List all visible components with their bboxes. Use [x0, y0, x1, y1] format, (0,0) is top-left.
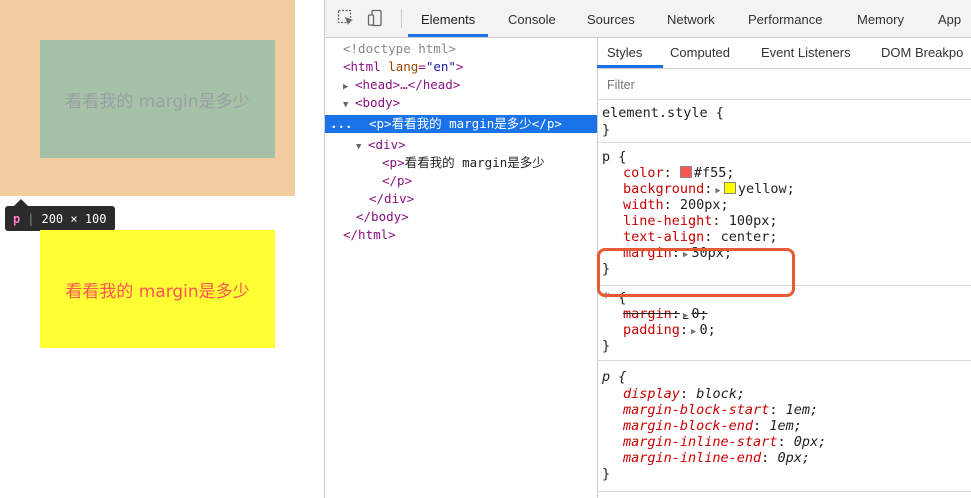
- annotation-highlight-box: [597, 248, 795, 297]
- tab-sources[interactable]: Sources: [587, 0, 635, 37]
- dom-node-html[interactable]: <html lang="en">: [325, 58, 597, 76]
- rule-selector: p {: [602, 369, 627, 385]
- filter-input[interactable]: [605, 75, 909, 95]
- tooltip-tag: p: [13, 211, 21, 226]
- element-size-tooltip: p | 200 × 100: [5, 206, 115, 231]
- decl-text-align[interactable]: text-align: center;: [623, 229, 777, 245]
- tab-event-listeners[interactable]: Event Listeners: [761, 38, 851, 68]
- color-swatch-icon[interactable]: [723, 182, 736, 194]
- dom-node-head[interactable]: ▶ <head>…</head>: [325, 76, 597, 94]
- html-open-gt: >: [455, 59, 464, 74]
- dom-tree: <!doctype html> <html lang="en"> ▶ <head>…: [325, 38, 598, 498]
- inner-p-text: 看看我的 margin是多少: [404, 155, 545, 170]
- rule-close-brace: }: [602, 122, 611, 138]
- rule-close-brace: }: [602, 466, 611, 482]
- body-open-tag: <body>: [355, 95, 401, 110]
- more-actions-dots[interactable]: ...: [330, 115, 353, 133]
- tab-network[interactable]: Network: [667, 0, 715, 37]
- element-style-selector[interactable]: element.style {: [602, 105, 724, 121]
- tooltip-separator: |: [27, 211, 35, 226]
- p-close-tag: </p>: [531, 116, 562, 131]
- active-tab-indicator: [408, 34, 488, 37]
- html-attr-value: "en": [425, 59, 456, 74]
- filter-bar: [597, 69, 971, 100]
- tab-console[interactable]: Console: [508, 0, 556, 37]
- html-close-tag: </html>: [343, 227, 396, 242]
- div-close-tag: </div>: [369, 191, 415, 206]
- tab-memory[interactable]: Memory: [857, 0, 904, 37]
- rendered-page: 看看我的 margin是多少 p | 200 × 100 看看我的 margin…: [0, 0, 324, 498]
- body-close-tag: </body>: [356, 209, 409, 224]
- p-text: 看看我的 margin是多少: [391, 116, 532, 131]
- div-open-tag: <div>: [368, 137, 406, 152]
- html-attr-name: lang: [388, 59, 419, 74]
- expand-arrow-icon[interactable]: ▶: [691, 327, 696, 337]
- decl-background[interactable]: background: ▶ yellow;: [623, 181, 795, 197]
- rule-p-user-agent: p { display: block; margin-block-start: …: [597, 361, 971, 492]
- decl-padding[interactable]: padding: ▶ 0;: [623, 322, 716, 338]
- active-subtab-indicator: [597, 65, 663, 68]
- rule-close-brace: }: [602, 338, 611, 354]
- expand-arrow-icon[interactable]: ▶: [715, 186, 720, 196]
- dom-node-p-selected[interactable]: ... <p>看看我的 margin是多少</p>: [325, 115, 597, 133]
- tab-performance[interactable]: Performance: [748, 0, 822, 37]
- highlighted-paragraph-text: 看看我的 margin是多少: [65, 91, 250, 112]
- tooltip-arrow: [14, 199, 28, 206]
- decl-margin-inline-start: margin-inline-start: 0px;: [623, 434, 827, 450]
- p-open-tag: <p>: [369, 116, 392, 131]
- inspect-icon[interactable]: [337, 9, 355, 27]
- head-tag: <head>…</head>: [355, 77, 461, 92]
- dom-node-inner-p[interactable]: <p>看看我的 margin是多少: [325, 154, 597, 172]
- tab-styles[interactable]: Styles: [607, 38, 642, 68]
- doctype-text: <!doctype html>: [343, 41, 456, 56]
- expand-arrow-icon[interactable]: ▶: [683, 311, 688, 321]
- decl-width[interactable]: width: 200px;: [623, 197, 729, 213]
- dom-node-div-close[interactable]: </div>: [325, 190, 597, 208]
- inner-p-open-tag: <p>: [382, 155, 405, 170]
- html-open-tag: <html: [343, 59, 381, 74]
- dom-node-body[interactable]: ▼ <body>: [325, 94, 597, 114]
- inner-p-close-tag: </p>: [382, 173, 413, 188]
- dom-node-doctype[interactable]: <!doctype html>: [325, 40, 597, 58]
- decl-color[interactable]: color: #f55;: [623, 165, 735, 181]
- decl-display: display: block;: [623, 386, 745, 402]
- inner-paragraph-text: 看看我的 margin是多少: [65, 281, 250, 302]
- tab-elements[interactable]: Elements: [421, 0, 475, 37]
- decl-margin-block-end: margin-block-end: 1em;: [623, 418, 802, 434]
- dom-node-div[interactable]: ▼ <div>: [325, 136, 597, 154]
- toolbar-separator: [401, 9, 402, 28]
- dom-node-inner-p-close[interactable]: </p>: [325, 172, 597, 190]
- decl-margin-inline-end: margin-inline-end: 0px;: [623, 450, 810, 466]
- tab-dom-breakpoints[interactable]: DOM Breakpo: [881, 38, 963, 68]
- collapse-triangle-icon[interactable]: ▼: [343, 96, 355, 114]
- styles-sub-tabs: Styles Computed Event Listeners DOM Brea…: [597, 38, 971, 69]
- dom-node-html-close[interactable]: </html>: [325, 226, 597, 244]
- decl-margin-overridden[interactable]: margin: ▶ 0;: [623, 306, 708, 322]
- tooltip-size: 200 × 100: [41, 211, 107, 226]
- devtools-toolbar: Elements Console Sources Network Perform…: [325, 0, 971, 38]
- rule-element-style: element.style { }: [597, 100, 971, 143]
- dom-node-body-close[interactable]: </body>: [325, 208, 597, 226]
- html-attr-eq: =: [418, 59, 426, 74]
- rule-universal: * { margin: ▶ 0; padding: ▶ 0; }: [597, 286, 971, 361]
- rule-selector[interactable]: p {: [602, 149, 626, 165]
- color-swatch-icon[interactable]: [679, 166, 692, 178]
- tab-application[interactable]: App: [938, 0, 961, 37]
- content-highlight[interactable]: 看看我的 margin是多少: [40, 40, 275, 158]
- device-toolbar-icon[interactable]: [367, 9, 385, 27]
- decl-line-height[interactable]: line-height: 100px;: [623, 213, 777, 229]
- decl-margin-block-start: margin-block-start: 1em;: [623, 402, 819, 418]
- tab-computed[interactable]: Computed: [670, 38, 730, 68]
- margin-highlight: 看看我的 margin是多少: [0, 0, 295, 196]
- inner-paragraph[interactable]: 看看我的 margin是多少: [40, 230, 275, 348]
